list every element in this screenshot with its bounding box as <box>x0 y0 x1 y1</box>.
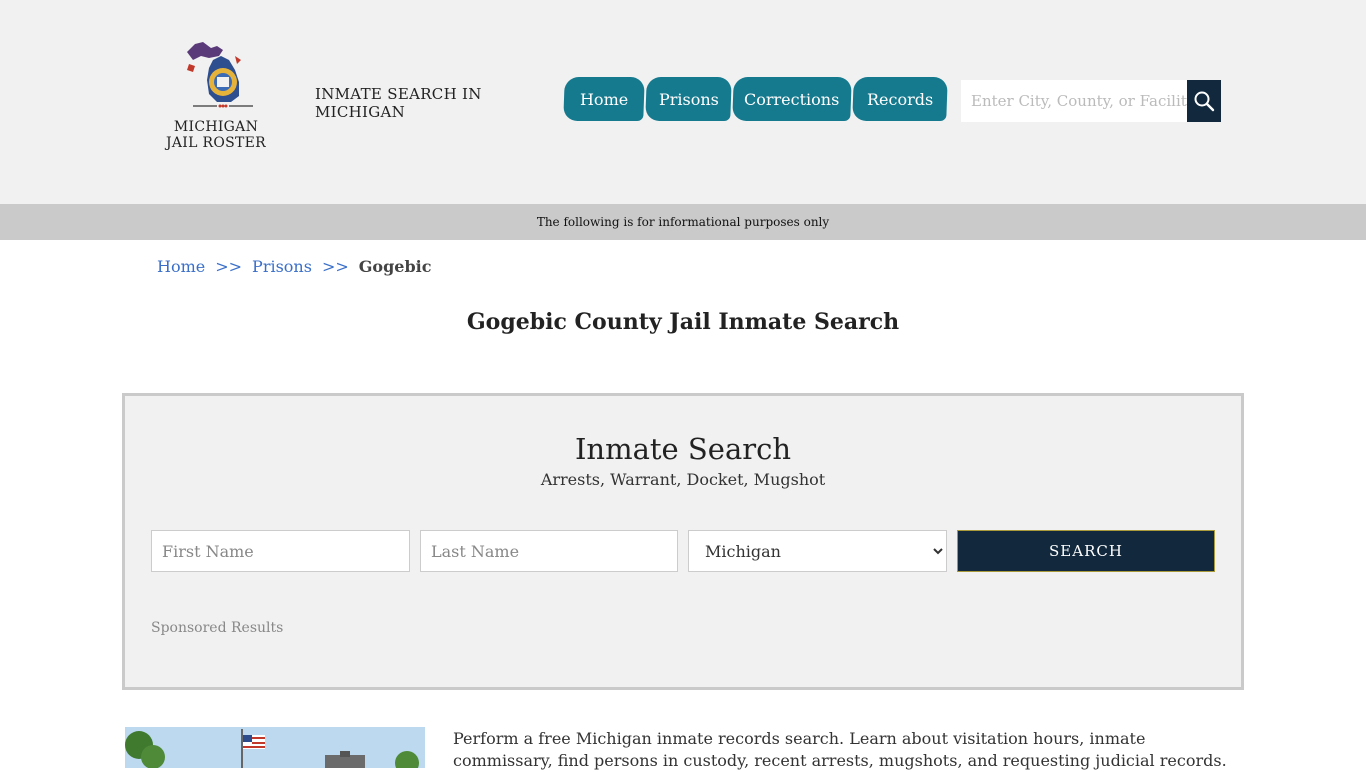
nav-corrections[interactable]: Corrections <box>732 77 852 121</box>
inmate-search-button[interactable]: SEARCH <box>957 530 1215 572</box>
site-search-button[interactable] <box>1187 80 1221 122</box>
logo-line-1: MICHIGAN <box>173 119 259 135</box>
disclaimer-banner: The following is for informational purpo… <box>0 204 1366 240</box>
site-search-input[interactable] <box>961 80 1187 122</box>
nav-prisons-label: Prisons <box>658 89 719 109</box>
inmate-search-panel: Inmate Search Arrests, Warrant, Docket, … <box>122 393 1244 690</box>
search-icon <box>1194 91 1215 112</box>
nav-home[interactable]: Home <box>563 77 645 121</box>
sponsored-results-label: Sponsored Results <box>151 620 284 636</box>
breadcrumb-separator: >> <box>321 257 349 276</box>
logo-text: MICHIGAN JAIL ROSTER <box>160 119 272 151</box>
inmate-search-subtitle: Arrests, Warrant, Docket, Mugshot <box>540 470 826 489</box>
main-nav: Home Prisons Corrections Records <box>563 77 949 121</box>
state-select[interactable]: Michigan <box>688 530 947 572</box>
site-title: INMATE SEARCH IN MICHIGAN <box>315 85 482 121</box>
breadcrumb-home[interactable]: Home <box>157 257 205 276</box>
breadcrumb: Home >> Prisons >> Gogebic <box>157 257 431 276</box>
logo-line-2: JAIL ROSTER <box>165 135 266 151</box>
jail-photo <box>125 727 425 768</box>
nav-records[interactable]: Records <box>852 77 948 121</box>
nav-corrections-label: Corrections <box>744 89 840 109</box>
intro-paragraph: Perform a free Michigan inmate records s… <box>453 729 1227 770</box>
nav-home-label: Home <box>579 89 629 109</box>
nav-prisons[interactable]: Prisons <box>645 77 732 121</box>
breadcrumb-prisons[interactable]: Prisons <box>252 257 312 276</box>
page-title: Gogebic County Jail Inmate Search <box>466 309 900 335</box>
last-name-input[interactable] <box>420 530 678 572</box>
breadcrumb-current: Gogebic <box>358 257 432 276</box>
site-search <box>961 80 1221 122</box>
breadcrumb-separator: >> <box>215 257 243 276</box>
first-name-input[interactable] <box>151 530 410 572</box>
nav-records-label: Records <box>866 89 934 109</box>
site-header: MICHIGAN JAIL ROSTER INMATE SEARCH IN MI… <box>0 0 1366 204</box>
inmate-search-title: Inmate Search <box>574 432 792 466</box>
